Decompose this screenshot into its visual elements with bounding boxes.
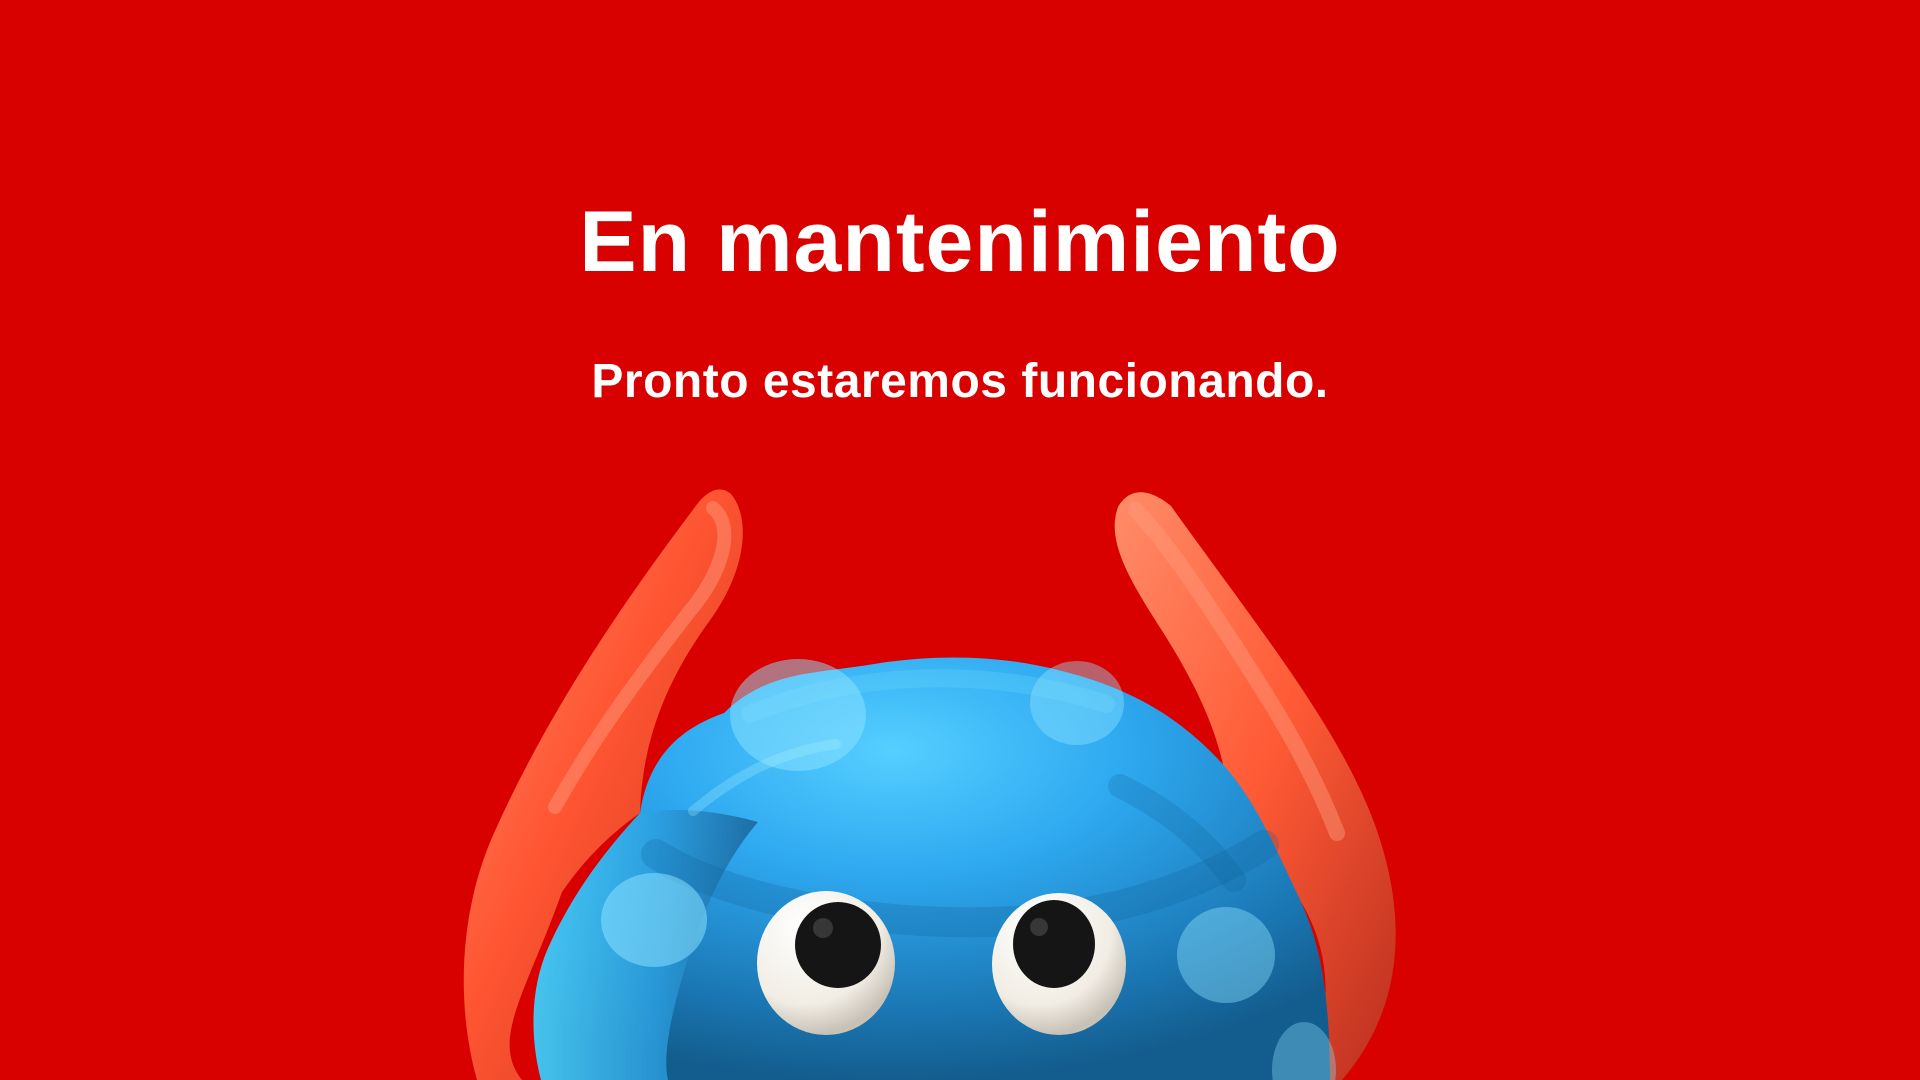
maintenance-subtitle: Pronto estaremos funcionando. xyxy=(591,355,1329,408)
right-eye xyxy=(992,893,1126,1035)
mascot-highlights xyxy=(688,739,1246,892)
mascot-spots xyxy=(601,659,1336,1080)
mascot-body xyxy=(533,657,1330,1080)
right-horn xyxy=(1114,492,1396,1080)
left-horn xyxy=(463,489,743,1080)
maintenance-page: En mantenimiento Pronto estaremos funcio… xyxy=(0,0,1920,1080)
left-eye xyxy=(757,891,895,1035)
maintenance-title: En mantenimiento xyxy=(579,194,1341,290)
horned-blue-monster-mascot xyxy=(463,489,1396,1080)
